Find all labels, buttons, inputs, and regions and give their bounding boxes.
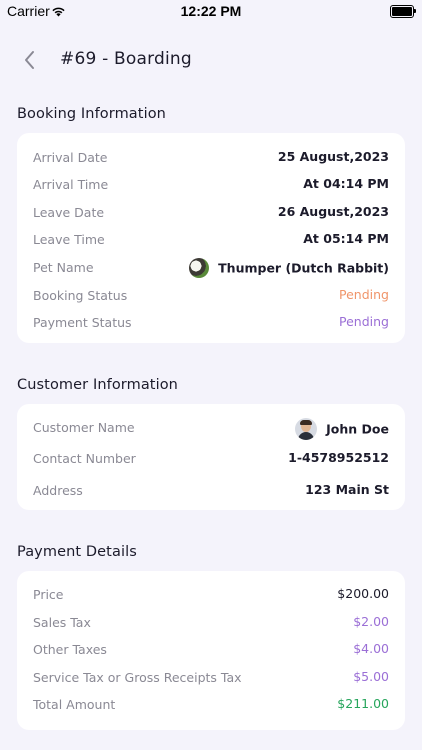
customer-avatar (295, 418, 318, 440)
customer-name-text: John Doe (326, 421, 389, 437)
other-taxes-value: $4.00 (353, 641, 389, 656)
row-label: Arrival Time (33, 177, 109, 192)
customer-row-address: Address 123 Main St (33, 480, 389, 502)
service-tax-value: $5.00 (353, 669, 389, 684)
row-label: Service Tax or Gross Receipts Tax (33, 670, 242, 685)
pet-name-text: Thumper (Dutch Rabbit) (218, 260, 389, 276)
booking-row-booking-status: Booking Status Pending (33, 285, 389, 307)
row-label: Pet Name (33, 260, 94, 275)
row-value: 26 August,2023 (277, 204, 389, 219)
payment-row-service-tax: Service Tax or Gross Receipts Tax $5.00 (33, 667, 389, 689)
row-label: Booking Status (33, 288, 128, 303)
status-bar: Carrier 12:22 PM (0, 0, 422, 24)
payment-card: Price $200.00 Sales Tax $2.00 Other Taxe… (17, 571, 405, 730)
price-value: $200.00 (337, 586, 389, 601)
booking-row-arrival-date: Arrival Date 25 August,2023 (33, 147, 389, 169)
pet-name-value: Thumper (Dutch Rabbit) (189, 258, 389, 279)
row-label: Customer Name (33, 420, 135, 435)
booking-status-badge: Pending (339, 287, 389, 302)
payment-row-other-taxes: Other Taxes $4.00 (33, 639, 389, 661)
row-label: Sales Tax (33, 615, 91, 630)
total-amount-value: $211.00 (337, 696, 389, 711)
battery-icon (390, 5, 416, 18)
chevron-left-icon (25, 51, 34, 69)
header: #69 - Boarding (0, 40, 422, 80)
booking-row-leave-time: Leave Time At 05:14 PM (33, 229, 389, 251)
row-label: Leave Time (33, 232, 105, 247)
row-label: Payment Status (33, 315, 132, 330)
customer-card: Customer Name John Doe Contact Number 1-… (17, 404, 405, 510)
row-label: Leave Date (33, 205, 105, 220)
status-time: 12:22 PM (180, 3, 242, 19)
row-label: Address (33, 483, 83, 498)
page-title: #69 - Boarding (60, 49, 192, 69)
booking-row-payment-status: Payment Status Pending (33, 312, 389, 334)
row-label: Other Taxes (33, 642, 107, 657)
payment-row-sales-tax: Sales Tax $2.00 (33, 612, 389, 634)
booking-row-pet-name: Pet Name Thumper (Dutch Rabbit) (33, 257, 389, 279)
booking-row-leave-date: Leave Date 26 August,2023 (33, 202, 389, 224)
payment-section-title: Payment Details (17, 544, 137, 560)
row-label: Arrival Date (33, 150, 108, 165)
booking-section-title: Booking Information (17, 106, 166, 122)
row-label: Total Amount (33, 697, 116, 712)
row-value: At 04:14 PM (303, 176, 389, 191)
back-button[interactable] (18, 48, 42, 72)
sales-tax-value: $2.00 (353, 614, 389, 629)
customer-row-name: Customer Name John Doe (33, 417, 389, 441)
payment-row-total: Total Amount $211.00 (33, 694, 389, 716)
payment-status-badge: Pending (339, 314, 389, 329)
customer-section-title: Customer Information (17, 377, 178, 393)
row-label: Contact Number (33, 451, 136, 466)
booking-card: Arrival Date 25 August,2023 Arrival Time… (17, 133, 405, 343)
address-value: 123 Main St (305, 482, 389, 497)
customer-row-contact: Contact Number 1-4578952512 (33, 448, 389, 470)
payment-row-price: Price $200.00 (33, 584, 389, 606)
contact-number-value[interactable]: 1-4578952512 (288, 450, 389, 465)
pet-avatar (189, 258, 210, 278)
customer-name-value: John Doe (295, 418, 389, 441)
row-label: Price (33, 587, 64, 602)
booking-row-arrival-time: Arrival Time At 04:14 PM (33, 174, 389, 196)
row-value: 25 August,2023 (277, 149, 389, 164)
row-value: At 05:14 PM (303, 231, 389, 246)
